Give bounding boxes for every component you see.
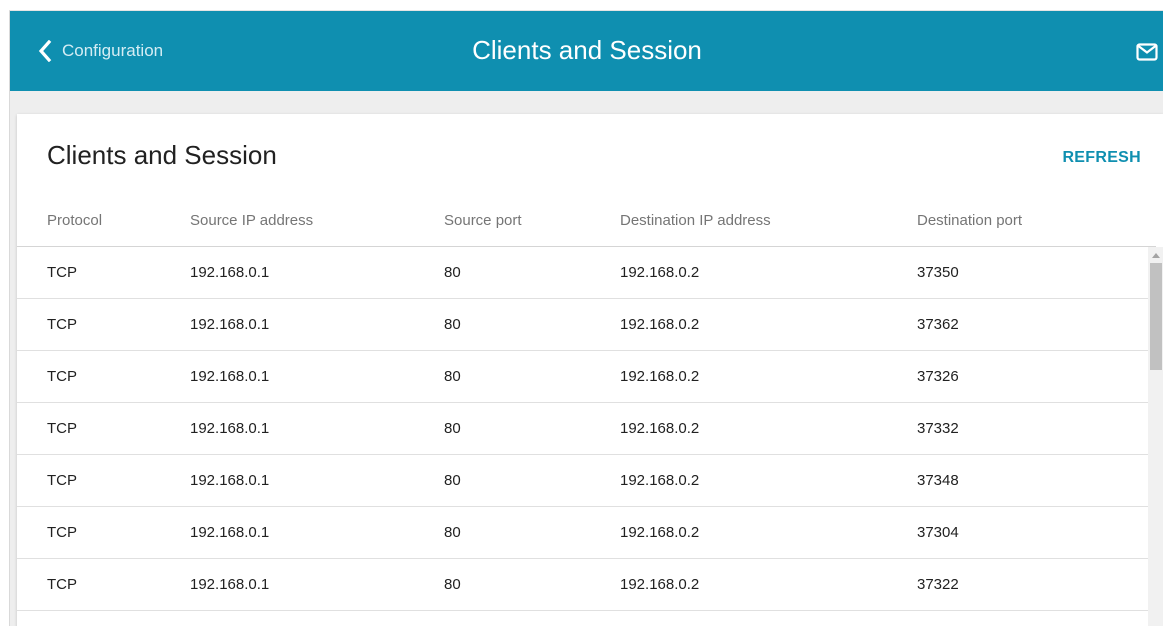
cell-protocol: TCP <box>47 576 77 593</box>
page-title: Clients and Session <box>472 35 702 65</box>
table-row: TCP 192.168.0.1 80 192.168.0.2 37362 <box>17 299 1148 351</box>
cell-source-port: 80 <box>444 368 461 385</box>
cell-destination-ip: 192.168.0.2 <box>620 576 700 593</box>
card-title: Clients and Session <box>47 140 277 170</box>
refresh-button[interactable]: REFRESH <box>1062 149 1141 167</box>
sessions-card: Clients and Session REFRESH Protocol Sou… <box>17 114 1163 626</box>
cell-protocol: TCP <box>47 316 77 333</box>
table-row: TCP 192.168.0.1 80 192.168.0.2 37326 <box>17 351 1148 403</box>
table-row: TCP 192.168.0.1 80 192.168.0.2 37332 <box>17 403 1148 455</box>
cell-protocol: TCP <box>47 264 77 281</box>
cell-destination-ip: 192.168.0.2 <box>620 264 700 281</box>
cell-protocol: TCP <box>47 420 77 437</box>
cell-destination-ip: 192.168.0.2 <box>620 524 700 541</box>
column-header-destination-port: Destination port <box>917 212 1023 229</box>
table-row: TCP 192.168.0.1 80 192.168.0.2 37322 <box>17 559 1148 611</box>
cell-protocol: TCP <box>47 368 77 385</box>
app-frame: Configuration Clients and Session Client… <box>9 10 1163 626</box>
cell-destination-port: 37350 <box>917 264 959 281</box>
cell-destination-ip: 192.168.0.2 <box>620 368 700 385</box>
table-body: TCP 192.168.0.1 80 192.168.0.2 37350 TCP… <box>17 247 1148 626</box>
cell-protocol: TCP <box>47 524 77 541</box>
cell-source-ip: 192.168.0.1 <box>190 316 270 333</box>
cell-destination-port: 37322 <box>917 576 959 593</box>
cell-destination-port: 37304 <box>917 524 959 541</box>
cell-destination-ip: 192.168.0.2 <box>620 316 700 333</box>
table-row: TCP 192.168.0.1 80 192.168.0.2 37350 <box>17 247 1148 299</box>
cell-source-port: 80 <box>444 264 461 281</box>
scroll-up-arrow-icon[interactable] <box>1152 253 1160 258</box>
column-header-protocol: Protocol <box>47 212 103 229</box>
cell-source-ip: 192.168.0.1 <box>190 524 270 541</box>
cell-destination-ip: 192.168.0.2 <box>620 472 700 489</box>
column-header-source-port: Source port <box>444 212 522 229</box>
cell-source-ip: 192.168.0.1 <box>190 576 270 593</box>
cell-destination-port: 37362 <box>917 316 959 333</box>
column-header-destination-ip: Destination IP address <box>620 212 771 229</box>
cell-source-port: 80 <box>444 420 461 437</box>
cell-source-ip: 192.168.0.1 <box>190 264 270 281</box>
cell-destination-port: 37326 <box>917 368 959 385</box>
cell-source-ip: 192.168.0.1 <box>190 472 270 489</box>
top-bar: Configuration Clients and Session <box>10 11 1163 91</box>
table-row: TCP 192.168.0.1 80 192.168.0.2 37348 <box>17 455 1148 507</box>
cell-source-ip: 192.168.0.1 <box>190 420 270 437</box>
table-header: Protocol Source IP address Source port D… <box>17 194 1156 247</box>
cell-source-port: 80 <box>444 576 461 593</box>
cell-destination-ip: 192.168.0.2 <box>620 420 700 437</box>
mail-icon[interactable] <box>1136 43 1158 66</box>
cell-protocol: TCP <box>47 472 77 489</box>
cell-source-port: 80 <box>444 472 461 489</box>
cell-source-port: 80 <box>444 316 461 333</box>
column-header-source-ip: Source IP address <box>190 212 314 229</box>
table-row: TCP 192.168.0.1 80 192.168.0.2 37304 <box>17 507 1148 559</box>
cell-source-port: 80 <box>444 524 461 541</box>
cell-source-ip: 192.168.0.1 <box>190 368 270 385</box>
table-scrollbar[interactable] <box>1148 247 1163 626</box>
scrollbar-thumb[interactable] <box>1150 263 1162 370</box>
cell-destination-port: 37332 <box>917 420 959 437</box>
cell-destination-port: 37348 <box>917 472 959 489</box>
